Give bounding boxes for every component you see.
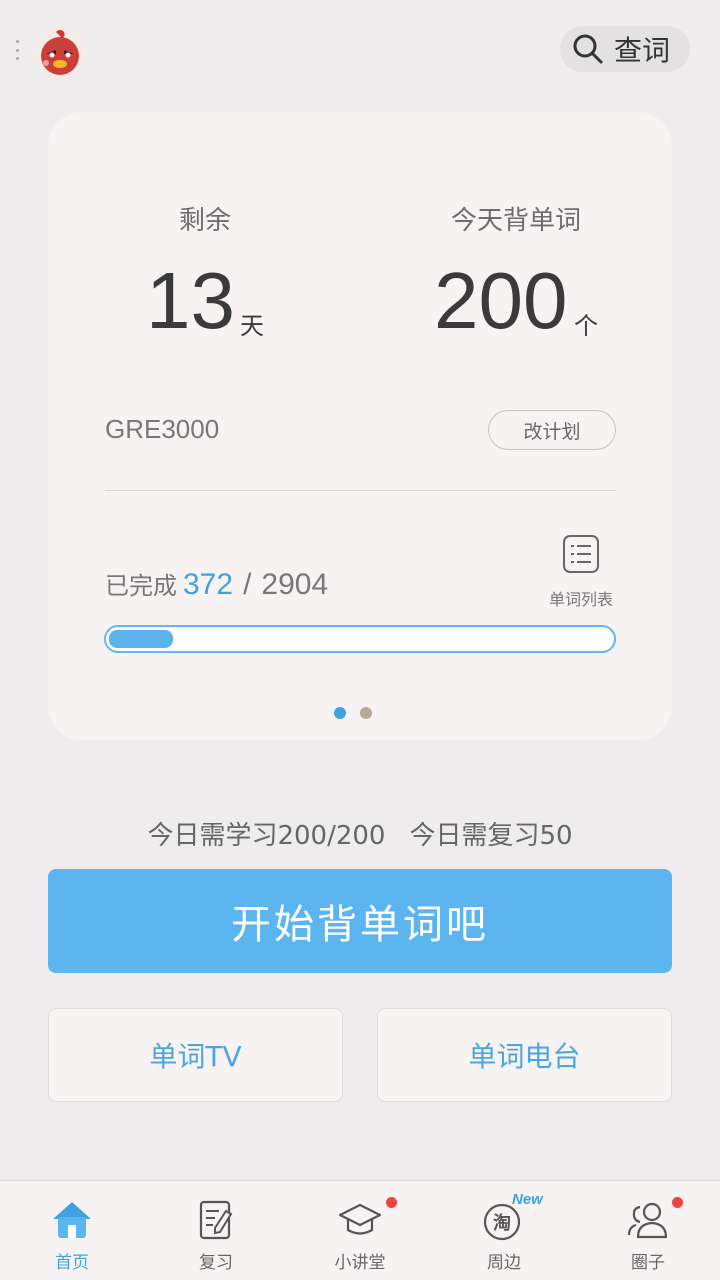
word-list-icon <box>563 535 599 573</box>
top-bar: 查词 <box>0 0 720 100</box>
change-plan-button[interactable]: 改计划 <box>488 410 616 450</box>
progress-bar-fill <box>109 630 174 648</box>
search-button[interactable]: 查词 <box>560 26 690 72</box>
avatar[interactable] <box>34 26 86 78</box>
remaining-days-unit: 天 <box>240 312 264 340</box>
start-learning-button[interactable]: 开始背单词吧 <box>48 869 672 973</box>
rooster-avatar-icon <box>34 26 86 78</box>
word-list-button[interactable]: 单词列表 <box>540 534 622 610</box>
tab-review[interactable]: 复习 <box>144 1181 288 1280</box>
daily-words-label: 今天背单词 <box>450 206 581 236</box>
bottom-tab-bar: 首页 复习 小讲堂 淘 New 周边 圈子 <box>0 1180 720 1280</box>
tab-community-label: 圈子 <box>631 1253 665 1273</box>
completed-count: 372 <box>183 568 234 601</box>
community-badge <box>672 1197 683 1208</box>
page-dot[interactable] <box>360 707 372 719</box>
today-learn-text: 今日需学习200/200 <box>147 821 386 851</box>
review-icon <box>199 1200 233 1240</box>
lecture-badge <box>386 1197 397 1208</box>
tab-review-label: 复习 <box>199 1253 233 1273</box>
page-dot[interactable] <box>334 707 346 719</box>
graduation-cap-icon <box>338 1203 382 1235</box>
people-icon <box>627 1202 668 1239</box>
completed-progress-text: 已完成 372 / 2904 <box>105 566 328 602</box>
search-icon <box>573 34 603 64</box>
tab-community[interactable]: 圈子 <box>576 1181 720 1280</box>
word-radio-button[interactable]: 单词电台 <box>377 1008 672 1102</box>
remaining-days-value: 13 <box>146 256 235 345</box>
page-indicator[interactable] <box>334 707 372 719</box>
daily-words-value: 200 <box>434 256 568 345</box>
total-count: 2904 <box>261 568 329 601</box>
completed-label: 已完成 <box>105 572 177 600</box>
word-tv-button[interactable]: 单词TV <box>48 1008 343 1102</box>
today-review-text: 今日需复习50 <box>409 821 573 851</box>
tab-home-label: 首页 <box>55 1253 89 1273</box>
nearby-new-tag: New <box>512 1191 543 1208</box>
tab-nearby-label: 周边 <box>487 1253 521 1273</box>
remaining-days-label: 剩余 <box>178 206 231 236</box>
tab-lecture[interactable]: 小讲堂 <box>288 1181 432 1280</box>
today-summary: 今日需学习200/200 今日需复习50 <box>0 815 720 852</box>
tab-home[interactable]: 首页 <box>0 1181 144 1280</box>
word-list-label: 单词列表 <box>548 590 613 609</box>
tab-nearby[interactable]: 淘 New 周边 <box>432 1181 576 1280</box>
overflow-menu-icon[interactable] <box>14 40 20 60</box>
tab-lecture-label: 小讲堂 <box>334 1253 386 1273</box>
home-icon <box>53 1202 91 1238</box>
progress-separator: / <box>243 568 252 601</box>
search-label: 查词 <box>614 34 671 67</box>
card-divider <box>105 490 616 491</box>
word-book-name: GRE3000 <box>105 414 220 444</box>
svg-text:淘: 淘 <box>493 1212 511 1234</box>
daily-words-unit: 个 <box>574 312 598 340</box>
progress-bar <box>104 625 616 653</box>
